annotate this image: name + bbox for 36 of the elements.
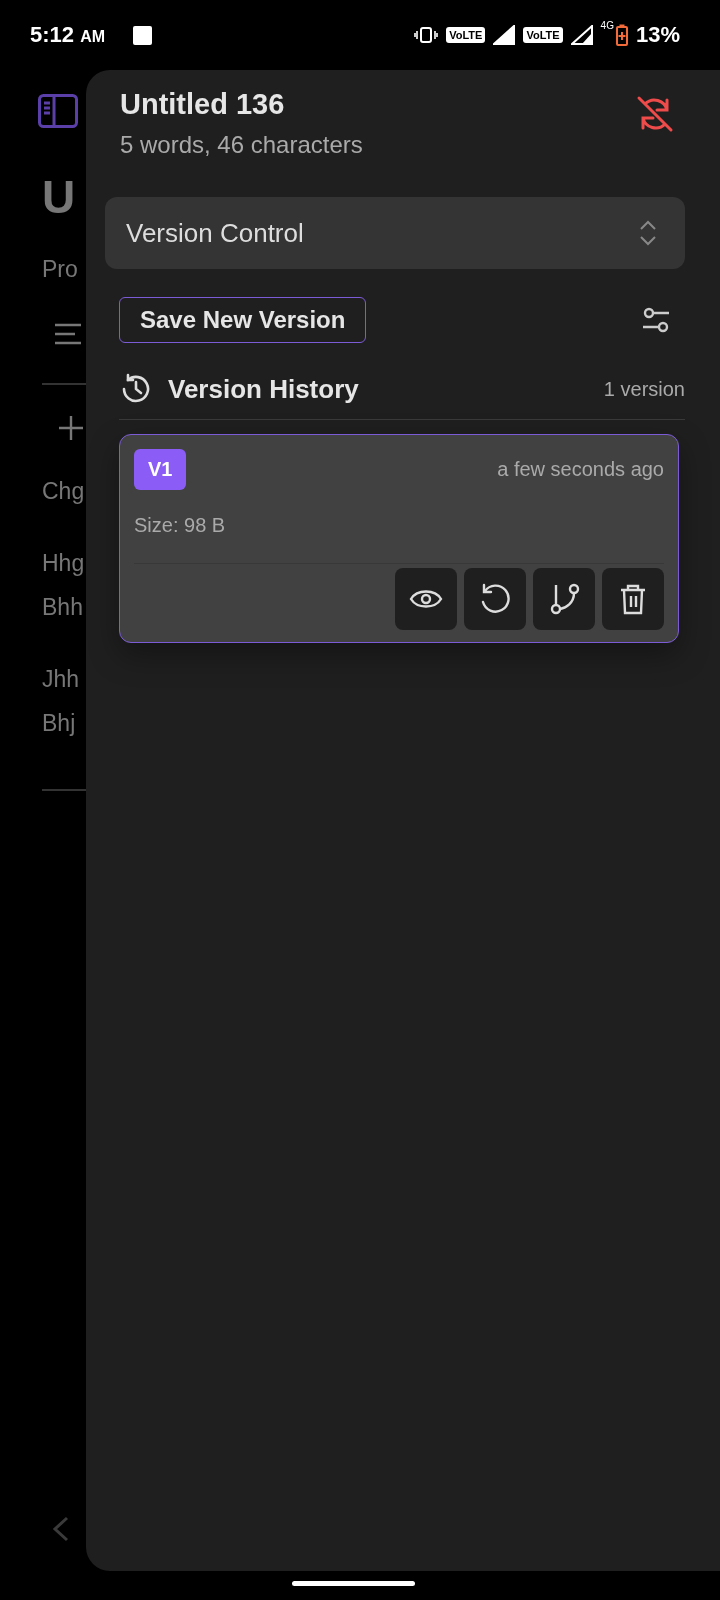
version-size: Size: 98 B (134, 514, 227, 537)
sync-off-icon[interactable] (635, 94, 675, 134)
version-time: a few seconds ago (497, 458, 664, 481)
paragraph-text: Hhg Bhh (42, 549, 86, 622)
paragraph-text: Jhh Bhj (42, 665, 81, 738)
volte-badge: VoLTE (523, 27, 563, 43)
view-button[interactable] (395, 568, 457, 630)
history-icon (120, 373, 152, 405)
battery-level: 13% (635, 22, 680, 48)
version-count: 1 version (603, 377, 685, 401)
document-subtitle: Pro (42, 256, 79, 283)
save-version-button[interactable]: Save New Version (119, 297, 367, 343)
clock: 5:12 AM (30, 22, 106, 48)
notification-icon (133, 25, 153, 45)
add-icon[interactable] (58, 415, 84, 441)
version-card[interactable]: V1 a few seconds ago Size: 98 B (119, 434, 679, 643)
panel-title: Untitled 136 (120, 88, 286, 121)
battery-icon (615, 24, 628, 46)
filter-icon[interactable] (642, 307, 670, 333)
word-count: 5 words, 46 characters (120, 131, 363, 159)
section-title: Version History (168, 373, 359, 405)
paragraph-text: Chg (42, 477, 86, 506)
version-badge: V1 (134, 449, 187, 490)
document-title: U (42, 170, 77, 224)
updown-icon (639, 219, 657, 247)
sidebar-icon[interactable] (38, 94, 78, 128)
menu-icon[interactable] (54, 323, 82, 345)
restore-button[interactable] (464, 568, 526, 630)
volte-badge: VoLTE (446, 27, 486, 43)
delete-button[interactable] (602, 568, 664, 630)
signal-icon (493, 25, 516, 45)
network-label: 4G (600, 20, 614, 31)
branch-button[interactable] (533, 568, 595, 630)
vibrate-icon (414, 26, 439, 44)
mode-select[interactable]: Version Control (105, 197, 685, 269)
signal-icon (570, 25, 593, 45)
